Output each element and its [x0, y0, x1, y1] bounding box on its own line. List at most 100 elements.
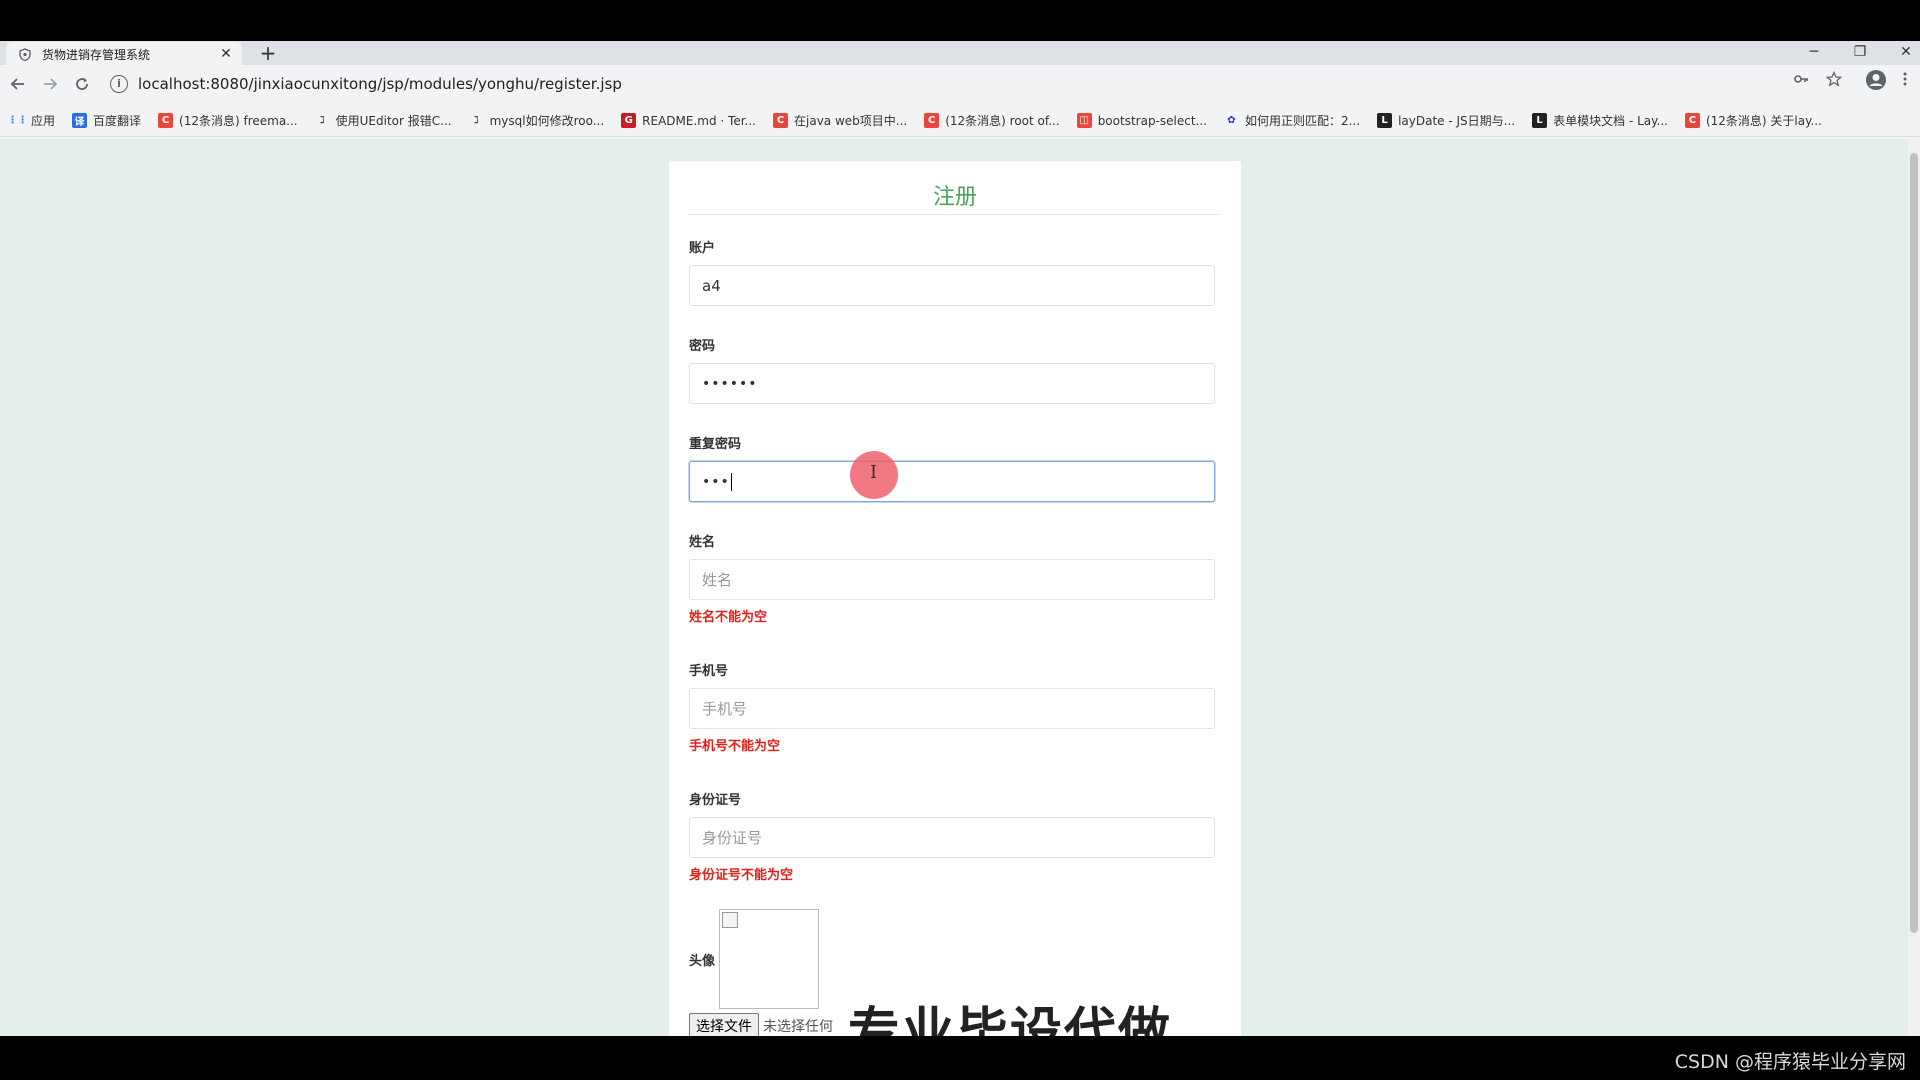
- scrollbar-thumb[interactable]: [1910, 153, 1918, 933]
- bookmark-label: 百度翻译: [93, 114, 142, 128]
- form-title: 注册: [689, 161, 1221, 215]
- file-picker: 选择文件 未选择任何: [689, 1013, 833, 1036]
- id-card-group: 身份证号 身份证号 身份证号不能为空: [689, 789, 1215, 883]
- bookmark-label: README.md · Ter...: [642, 113, 756, 128]
- back-icon[interactable]: [2, 69, 34, 99]
- id-card-label: 身份证号: [689, 793, 742, 808]
- bookmark-item[interactable]: ◫ bootstrap-select...: [1076, 113, 1207, 128]
- name-error: 姓名不能为空: [689, 610, 768, 625]
- info-icon[interactable]: i: [110, 75, 128, 93]
- name-placeholder: 姓名: [702, 571, 733, 589]
- password-input[interactable]: ••••••: [689, 363, 1215, 404]
- bookmarks-bar: ⋮⋮ 应用译百度翻译 C (12条消息) freema... ℷ 使用UEditor 报错…: [0, 105, 1920, 137]
- bookmark-item[interactable]: L 表单模块文档 - Lay...: [1532, 112, 1668, 129]
- url-text: localhost:8080/jinxiaocunxitong/jsp/modu…: [138, 75, 622, 93]
- layui-icon: L: [1377, 113, 1393, 128]
- ueditor-icon: ℷ: [319, 115, 325, 126]
- name-group: 姓名 姓名 姓名不能为空: [689, 531, 1215, 625]
- repeat-password-value: •••: [702, 473, 730, 490]
- tab-strip: 货物进销存管理系统 ✕ + ─ ❐ ✕: [0, 41, 1920, 66]
- bookmark-item[interactable]: LlayDate - JS日期与...: [1377, 112, 1515, 129]
- ueditor-icon: ℷ: [473, 115, 479, 126]
- csdn-icon: C: [1684, 113, 1700, 128]
- shield-icon: [18, 47, 32, 61]
- account-value: a4: [702, 276, 721, 295]
- bookmark-item[interactable]: G README.md · Ter...: [621, 113, 756, 128]
- bookmark-label: 如何用正则匹配：2...: [1244, 114, 1361, 128]
- key-icon[interactable]: [1793, 71, 1809, 91]
- bookmark-item[interactable]: C (12条消息) 关于lay...: [1684, 112, 1822, 129]
- text-cursor-icon: I: [870, 462, 878, 483]
- bookmark-label: layDate - JS日期与...: [1398, 114, 1516, 128]
- account-input[interactable]: a4: [689, 265, 1215, 306]
- phone-error: 手机号不能为空: [689, 739, 781, 754]
- baidu-translate-icon: 译: [72, 113, 88, 128]
- register-card: 注册 账户 a4 密码 •••••• 重复密码 ••• 姓名 姓名 姓名不能为空…: [669, 161, 1241, 1036]
- forward-icon[interactable]: [34, 69, 66, 99]
- file-status: 未选择任何: [763, 1019, 833, 1035]
- repeat-password-label: 重复密码: [689, 437, 742, 452]
- bookmark-item[interactable]: ⋮⋮ 应用: [7, 112, 56, 129]
- close-icon[interactable]: ✕: [218, 46, 234, 62]
- tab-title: 货物进销存管理系统: [42, 47, 151, 62]
- phone-placeholder: 手机号: [702, 700, 748, 718]
- new-tab-button[interactable]: +: [258, 41, 278, 65]
- baidu-paw-icon: ✿: [1227, 115, 1236, 126]
- choose-file-button[interactable]: 选择文件: [689, 1013, 759, 1036]
- id-card-placeholder: 身份证号: [702, 829, 763, 847]
- star-icon[interactable]: [1825, 70, 1843, 91]
- bookmark-label: mysql如何修改roo...: [489, 114, 605, 128]
- csdn-icon: C: [773, 113, 788, 128]
- bookmark-item[interactable]: C (12条消息) root of...: [924, 112, 1060, 129]
- bookmark-item[interactable]: ℷ mysql如何修改roo...: [469, 112, 605, 129]
- password-value: ••••••: [702, 375, 758, 392]
- password-label: 密码: [689, 339, 716, 354]
- repeat-password-group: 重复密码 •••: [689, 433, 1215, 502]
- scrollbar[interactable]: [1908, 139, 1920, 1036]
- name-input[interactable]: 姓名: [689, 559, 1215, 600]
- phone-input[interactable]: 手机号: [689, 688, 1215, 729]
- phone-group: 手机号 手机号 手机号不能为空: [689, 660, 1215, 754]
- letterbox-bottom: [0, 1036, 1920, 1080]
- bookmark-item[interactable]: 译百度翻译: [72, 112, 141, 129]
- broken-image-icon: [722, 912, 739, 928]
- profile-avatar-icon[interactable]: [1865, 69, 1887, 95]
- avatar-label: 头像: [689, 953, 716, 969]
- bookmark-label: 在java web项目中...: [794, 114, 908, 128]
- name-label: 姓名: [689, 535, 716, 550]
- password-group: 密码 ••••••: [689, 335, 1215, 404]
- csdn-icon: C: [924, 113, 940, 128]
- browser-tab[interactable]: 货物进销存管理系统 ✕: [6, 42, 242, 66]
- avatar-preview: [719, 909, 820, 1009]
- layui-icon: L: [1532, 113, 1548, 128]
- restore-icon[interactable]: ❐: [1840, 41, 1880, 65]
- watermark: CSDN @程序猿毕业分享网: [1674, 1051, 1906, 1073]
- repeat-password-input[interactable]: •••: [689, 461, 1215, 502]
- account-group: 账户 a4: [689, 237, 1215, 306]
- text-caret: [730, 472, 732, 491]
- phone-label: 手机号: [689, 664, 729, 679]
- csdn-icon: C: [158, 113, 174, 128]
- reload-icon[interactable]: [66, 69, 98, 99]
- bookmark-label: (12条消息) 关于lay...: [1705, 114, 1822, 128]
- page-viewport: 注册 账户 a4 密码 •••••• 重复密码 ••• 姓名 姓名 姓名不能为空…: [0, 139, 1920, 1036]
- gitee-icon: G: [621, 113, 637, 128]
- id-card-error: 身份证号不能为空: [689, 868, 794, 883]
- bookmark-label: bootstrap-select...: [1097, 113, 1207, 128]
- apps-grid-icon: ⋮⋮: [7, 115, 28, 126]
- window-close-icon[interactable]: ✕: [1886, 41, 1920, 65]
- bookmark-item[interactable]: C (12条消息) freema...: [158, 112, 298, 129]
- oschina-icon: ◫: [1076, 113, 1092, 128]
- bookmark-item[interactable]: C 在java web项目中...: [773, 112, 907, 129]
- bookmark-label: 应用: [31, 114, 56, 128]
- bookmark-label: 表单模块文档 - Lay...: [1553, 114, 1668, 128]
- bookmark-label: (12条消息) root of...: [945, 114, 1060, 128]
- avatar-group: 头像: [689, 909, 820, 1009]
- bookmark-item[interactable]: ✿ 如何用正则匹配：2...: [1224, 112, 1360, 129]
- id-card-input[interactable]: 身份证号: [689, 817, 1215, 858]
- bookmark-item[interactable]: ℷ 使用UEditor 报错C...: [315, 112, 452, 129]
- minimize-icon[interactable]: ─: [1794, 41, 1834, 65]
- browser-toolbar: i localhost:8080/jinxiaocunxitong/jsp/mo…: [0, 65, 1920, 103]
- address-bar[interactable]: i localhost:8080/jinxiaocunxitong/jsp/mo…: [110, 70, 1782, 98]
- menu-dots-icon[interactable]: [1903, 71, 1907, 91]
